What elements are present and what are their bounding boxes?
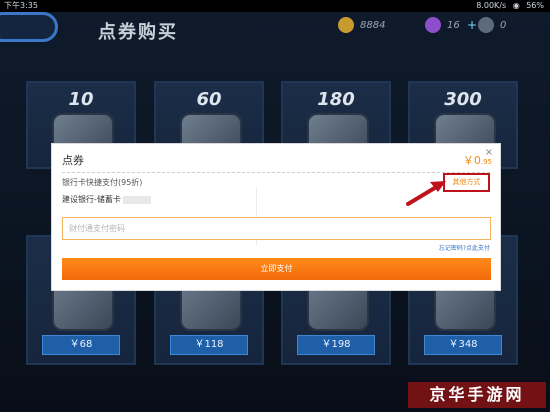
annotation-arrow-icon (406, 181, 446, 206)
watermark: 京华手游网 (408, 382, 546, 408)
